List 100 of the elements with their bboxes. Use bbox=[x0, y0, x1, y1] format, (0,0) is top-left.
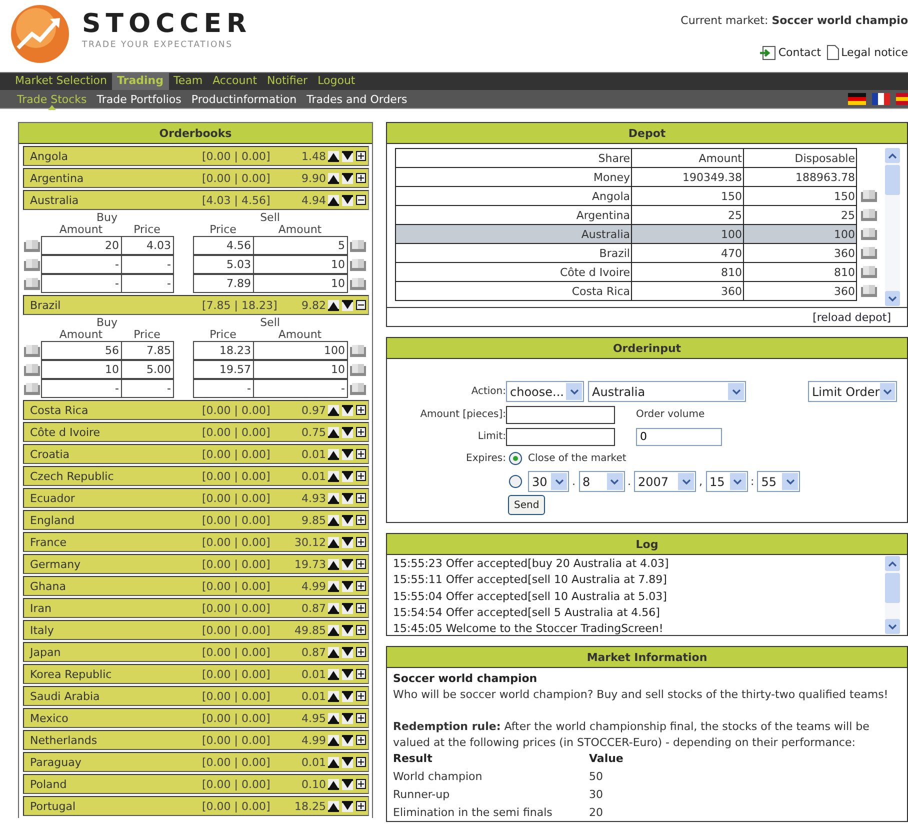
orderbook-row[interactable]: Ghana [0.00 | 0.00] 4.99 bbox=[23, 576, 369, 596]
table-cell[interactable]: Angola bbox=[395, 186, 632, 206]
book-icon[interactable] bbox=[350, 382, 366, 394]
expand-icon[interactable] bbox=[356, 669, 366, 679]
orderbook-row[interactable]: Netherlands [0.00 | 0.00] 4.99 bbox=[23, 730, 369, 750]
up-arrow-icon[interactable] bbox=[328, 778, 339, 790]
orderbook-row[interactable]: Mexico [0.00 | 0.00] 4.95 bbox=[23, 708, 369, 728]
nav-tab[interactable]: Market Selection bbox=[10, 73, 112, 90]
expand-icon[interactable] bbox=[356, 405, 366, 415]
down-arrow-icon[interactable] bbox=[342, 536, 353, 548]
nav-tab[interactable]: Logout bbox=[312, 73, 360, 90]
book-icon[interactable] bbox=[24, 240, 40, 252]
nav-tab[interactable]: Team bbox=[168, 73, 208, 90]
collapse-icon[interactable] bbox=[356, 300, 366, 310]
caret-icon[interactable] bbox=[610, 478, 619, 484]
expand-icon[interactable] bbox=[356, 471, 366, 481]
date-dropdown[interactable]: 8 bbox=[578, 471, 624, 492]
caret-icon[interactable] bbox=[786, 478, 795, 484]
expand-icon[interactable] bbox=[356, 173, 366, 183]
book-icon[interactable] bbox=[860, 246, 876, 258]
expand-icon[interactable] bbox=[356, 537, 366, 547]
up-arrow-icon[interactable] bbox=[328, 426, 339, 438]
scroll-thumb[interactable] bbox=[885, 573, 900, 603]
orderbook-row[interactable]: Paraguay [0.00 | 0.00] 0.01 bbox=[23, 752, 369, 772]
expand-icon[interactable] bbox=[356, 735, 366, 745]
date-dropdown[interactable]: 30 bbox=[528, 471, 569, 492]
down-arrow-icon[interactable] bbox=[342, 404, 353, 416]
up-arrow-icon[interactable] bbox=[328, 150, 339, 162]
up-arrow-icon[interactable] bbox=[328, 558, 339, 570]
book-icon[interactable] bbox=[860, 228, 876, 240]
order-volume-field[interactable]: 0 bbox=[636, 428, 722, 446]
expand-icon[interactable] bbox=[356, 581, 366, 591]
book-icon[interactable] bbox=[860, 266, 876, 278]
up-arrow-icon[interactable] bbox=[328, 800, 339, 812]
book-icon[interactable] bbox=[350, 278, 366, 290]
date-dropdown[interactable]: 15 bbox=[706, 471, 748, 492]
up-arrow-icon[interactable] bbox=[328, 172, 339, 184]
book-icon[interactable] bbox=[350, 364, 366, 376]
book-icon[interactable] bbox=[24, 344, 40, 356]
subnav-tab[interactable]: Trade Stocks bbox=[12, 90, 92, 108]
down-arrow-icon[interactable] bbox=[342, 172, 353, 184]
down-arrow-icon[interactable] bbox=[342, 712, 353, 724]
scrollbar[interactable] bbox=[885, 148, 900, 306]
up-arrow-icon[interactable] bbox=[328, 492, 339, 504]
caret-icon[interactable] bbox=[882, 388, 892, 394]
expand-icon[interactable] bbox=[356, 603, 366, 613]
up-arrow-icon[interactable] bbox=[328, 624, 339, 636]
caret-icon[interactable] bbox=[888, 296, 897, 302]
share-dropdown[interactable]: Australia bbox=[588, 381, 746, 402]
caret-icon[interactable] bbox=[888, 624, 897, 630]
expand-icon[interactable] bbox=[356, 515, 366, 525]
book-icon[interactable] bbox=[860, 208, 876, 220]
down-arrow-icon[interactable] bbox=[342, 514, 353, 526]
orderbook-row[interactable]: Italy [0.00 | 0.00] 49.85 bbox=[23, 620, 369, 640]
down-arrow-icon[interactable] bbox=[342, 470, 353, 482]
expand-icon[interactable] bbox=[356, 757, 366, 767]
header-link[interactable]: Legal notice bbox=[827, 45, 908, 60]
down-arrow-icon[interactable] bbox=[342, 778, 353, 790]
book-icon[interactable] bbox=[860, 190, 876, 202]
expand-icon[interactable] bbox=[356, 691, 366, 701]
subnav-tab[interactable]: Trades and Orders bbox=[302, 90, 412, 108]
book-icon[interactable] bbox=[24, 382, 40, 394]
down-arrow-icon[interactable] bbox=[342, 734, 353, 746]
book-icon[interactable] bbox=[350, 258, 366, 270]
caret-icon[interactable] bbox=[732, 388, 740, 394]
down-arrow-icon[interactable] bbox=[342, 426, 353, 438]
reload-link[interactable]: [reload depot] bbox=[812, 310, 891, 324]
date-dropdown[interactable]: 2007 bbox=[634, 471, 696, 492]
expand-icon[interactable] bbox=[356, 713, 366, 723]
down-arrow-icon[interactable] bbox=[342, 558, 353, 570]
flag-icon[interactable] bbox=[848, 93, 866, 105]
down-arrow-icon[interactable] bbox=[342, 800, 353, 812]
header-link[interactable]: Contact bbox=[760, 45, 822, 60]
up-arrow-icon[interactable] bbox=[328, 712, 339, 724]
caret-icon[interactable] bbox=[682, 478, 690, 484]
up-arrow-icon[interactable] bbox=[328, 734, 339, 746]
down-arrow-icon[interactable] bbox=[342, 194, 353, 206]
book-icon[interactable] bbox=[350, 240, 366, 252]
scroll-up-icon[interactable] bbox=[888, 560, 897, 566]
radio-button[interactable] bbox=[509, 475, 522, 488]
orderbook-row[interactable]: France [0.00 | 0.00] 30.12 bbox=[23, 532, 369, 552]
scroll-up-icon[interactable] bbox=[888, 152, 897, 158]
send-button[interactable]: Send bbox=[508, 495, 546, 515]
subnav-tab[interactable]: Productinformation bbox=[186, 90, 302, 108]
radio-button[interactable] bbox=[509, 452, 522, 465]
orderbook-row[interactable]: Argentina [0.00 | 0.00] 9.90 bbox=[23, 168, 369, 188]
up-arrow-icon[interactable] bbox=[328, 646, 339, 658]
book-icon[interactable] bbox=[24, 258, 40, 270]
up-arrow-icon[interactable] bbox=[328, 404, 339, 416]
scroll-thumb[interactable] bbox=[885, 165, 900, 195]
table-cell[interactable]: Australia bbox=[395, 224, 632, 244]
up-arrow-icon[interactable] bbox=[328, 668, 339, 680]
orderbook-row[interactable]: Germany [0.00 | 0.00] 19.73 bbox=[23, 554, 369, 574]
collapse-icon[interactable] bbox=[356, 195, 366, 205]
expand-icon[interactable] bbox=[356, 625, 366, 635]
up-arrow-icon[interactable] bbox=[328, 300, 339, 310]
limit-field[interactable] bbox=[506, 428, 615, 446]
orderbook-row[interactable]: Czech Republic [0.00 | 0.00] 0.01 bbox=[23, 466, 369, 486]
orderbook-row[interactable]: Croatia [0.00 | 0.00] 0.01 bbox=[23, 444, 369, 464]
scrollbar[interactable] bbox=[885, 556, 900, 634]
